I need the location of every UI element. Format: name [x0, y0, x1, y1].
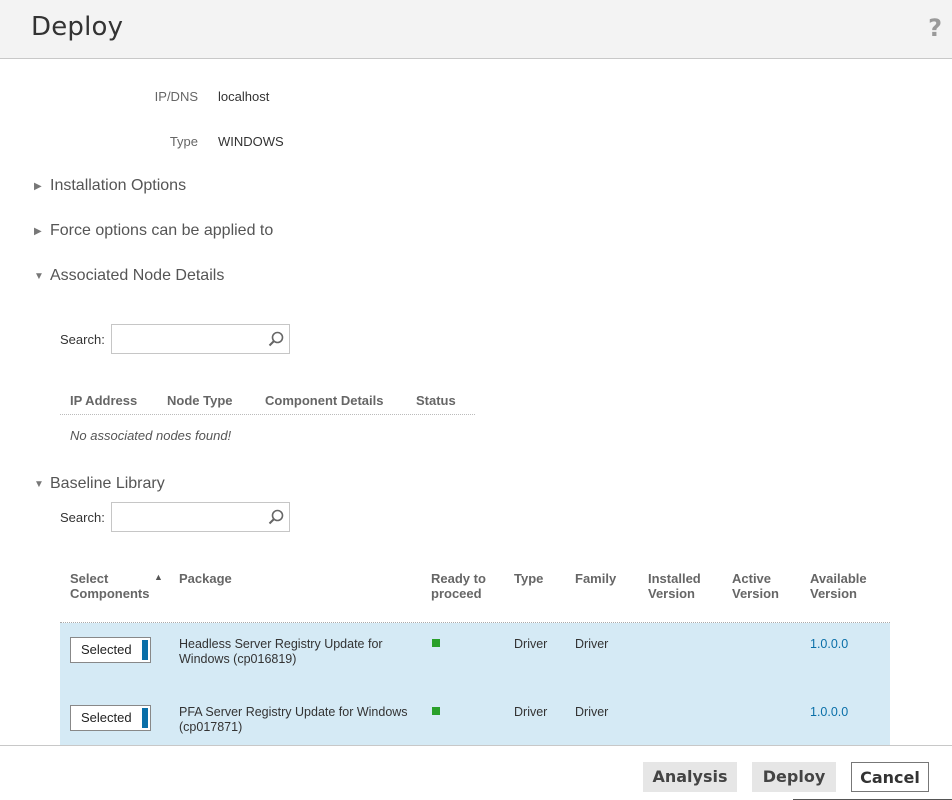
column-status[interactable]: Status	[416, 393, 456, 408]
section-label: Associated Node Details	[50, 267, 225, 284]
available-version-link[interactable]: 1.0.0.0	[810, 637, 848, 651]
section-baseline-library[interactable]: ▼ Baseline Library	[34, 475, 165, 493]
type-cell: Driver	[514, 637, 548, 651]
dialog-title: Deploy	[31, 12, 124, 42]
available-version-link[interactable]: 1.0.0.0	[810, 705, 848, 719]
ip-dns-value: localhost	[218, 89, 270, 104]
type-label: Type	[169, 134, 198, 149]
node-search-label: Search:	[60, 332, 105, 347]
table-row[interactable]: Selected Headless Server Registry Update…	[60, 623, 890, 691]
type-value: WINDOWS	[218, 134, 284, 149]
family-cell: Driver	[575, 637, 609, 651]
help-icon[interactable]: ?	[928, 14, 942, 42]
section-label: Baseline Library	[50, 475, 165, 492]
column-installed-version[interactable]: Installed Version	[648, 571, 710, 601]
search-icon[interactable]	[267, 508, 285, 526]
node-search-input[interactable]	[111, 324, 290, 354]
column-select-components[interactable]: Select Components	[70, 571, 150, 601]
column-ip-address[interactable]: IP Address	[70, 393, 137, 408]
select-toggle-label: Selected	[81, 642, 132, 657]
deploy-button[interactable]: Deploy	[752, 762, 836, 792]
column-package[interactable]: Package	[179, 571, 232, 586]
column-type[interactable]: Type	[514, 571, 543, 586]
expand-arrow-icon: ▶	[34, 180, 42, 192]
dialog-header: Deploy ?	[0, 0, 952, 59]
table-row[interactable]: Selected PFA Server Registry Update for …	[60, 691, 890, 745]
cancel-button[interactable]: Cancel	[851, 762, 929, 792]
search-icon[interactable]	[267, 330, 285, 348]
column-family[interactable]: Family	[575, 571, 616, 586]
package-name: PFA Server Registry Update for Windows (…	[179, 705, 408, 734]
toggle-indicator	[142, 708, 148, 728]
family-cell: Driver	[575, 705, 609, 719]
analysis-button[interactable]: Analysis	[643, 762, 737, 792]
column-component-details[interactable]: Component Details	[265, 393, 383, 408]
column-active-version[interactable]: Active Version	[732, 571, 790, 601]
expand-arrow-icon: ▶	[34, 225, 42, 237]
section-label: Force options can be applied to	[50, 222, 274, 239]
baseline-search-label: Search:	[60, 510, 105, 525]
collapse-arrow-icon: ▼	[34, 270, 44, 282]
baseline-search-input[interactable]	[111, 502, 290, 532]
toggle-indicator	[142, 640, 148, 660]
dialog-footer: Analysis Deploy Cancel	[0, 745, 952, 800]
select-toggle-button[interactable]: Selected	[70, 637, 151, 663]
section-label: Installation Options	[50, 177, 187, 194]
sort-ascending-icon[interactable]: ▲	[154, 572, 163, 582]
column-available-version[interactable]: Available Version	[810, 571, 880, 601]
type-cell: Driver	[514, 705, 548, 719]
package-name: Headless Server Registry Update for Wind…	[179, 637, 383, 666]
baseline-table-header: Select Components ▲ Package Ready to pro…	[60, 565, 890, 623]
select-toggle-button[interactable]: Selected	[70, 705, 151, 731]
section-associated-node-details[interactable]: ▼ Associated Node Details	[34, 267, 224, 285]
column-ready-to-proceed[interactable]: Ready to proceed	[431, 571, 491, 601]
nodes-table-header: IP Address Node Type Component Details S…	[60, 393, 475, 415]
empty-nodes-message: No associated nodes found!	[70, 428, 232, 443]
select-toggle-label: Selected	[81, 710, 132, 725]
dialog-body: IP/DNS localhost Type WINDOWS ▶ Installa…	[0, 59, 952, 745]
column-node-type[interactable]: Node Type	[167, 393, 233, 408]
ip-dns-label: IP/DNS	[154, 89, 198, 104]
ready-status-indicator	[432, 639, 440, 647]
ready-status-indicator	[432, 707, 440, 715]
section-force-options[interactable]: ▶ Force options can be applied to	[34, 222, 273, 240]
section-installation-options[interactable]: ▶ Installation Options	[34, 177, 186, 195]
collapse-arrow-icon: ▼	[34, 478, 44, 490]
